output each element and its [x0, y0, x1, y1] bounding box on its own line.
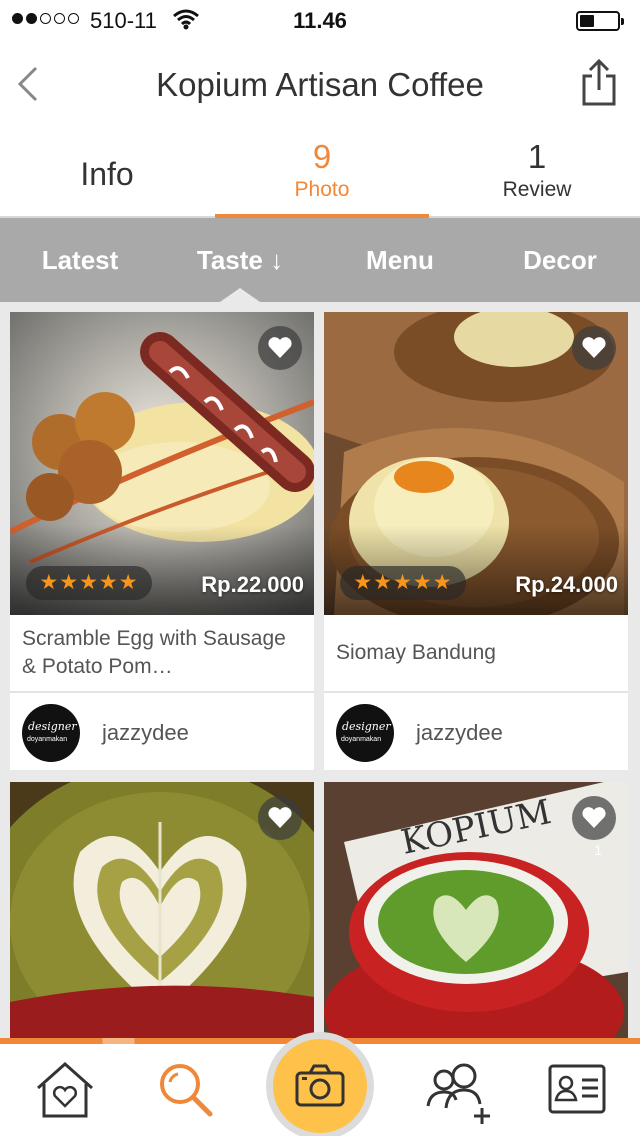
filter-decor[interactable]: Decor	[480, 218, 640, 302]
dish-name[interactable]: Scramble Egg with Sausage & Potato Pom…	[22, 615, 304, 691]
tab-info-label: Info	[80, 156, 134, 192]
favorite-heart-button[interactable]	[258, 326, 302, 370]
favorite-heart-button[interactable]	[572, 796, 616, 840]
status-bar: 510-11 11.46	[0, 0, 640, 40]
search-icon[interactable]	[150, 1054, 220, 1124]
share-icon[interactable]	[580, 58, 618, 108]
rating-stars: ★★★★★	[26, 566, 152, 600]
filter-taste[interactable]: Taste ↓	[160, 218, 320, 302]
avatar-logo-text: designer	[342, 720, 391, 733]
price-label: Rp.24.000	[515, 572, 618, 597]
profile-card-icon[interactable]	[544, 1054, 614, 1124]
tab-review-label: Review	[502, 178, 572, 201]
tab-photo-count: 9	[312, 138, 332, 175]
photo-card[interactable]: KOPIUM 1	[324, 782, 628, 1038]
food-photo[interactable]: KOPIUM 1	[324, 782, 628, 1038]
like-count: 1	[594, 842, 602, 858]
avatar[interactable]: designer doyanmakan	[22, 704, 80, 762]
page-title: Kopium Artisan Coffee	[156, 66, 484, 103]
favorite-heart-button[interactable]	[572, 326, 616, 370]
food-photo[interactable]	[10, 782, 314, 1038]
tab-photo-label: Photo	[294, 178, 350, 201]
price-label: Rp.22.000	[201, 572, 304, 597]
tab-review-count: 1	[527, 138, 547, 175]
divider	[324, 691, 628, 693]
food-photo[interactable]: ★★★★★ Rp.22.000	[10, 312, 314, 615]
filter-latest[interactable]: Latest	[0, 218, 160, 302]
avatar-logo-subtext: doyanmakan	[27, 736, 68, 743]
heart-icon	[268, 807, 292, 828]
photo-filter-bar: Latest Taste ↓ Menu Decor	[0, 218, 640, 302]
rating-stars: ★★★★★	[340, 566, 466, 600]
favorite-heart-button[interactable]	[258, 796, 302, 840]
navigation-bar: Kopium Artisan Coffee	[0, 40, 640, 128]
username[interactable]: jazzydee	[416, 720, 503, 746]
avatar[interactable]: designer doyanmakan	[336, 704, 394, 762]
home-heart-icon[interactable]	[30, 1054, 100, 1124]
tab-photo[interactable]: 9 Photo	[215, 128, 429, 220]
heart-icon	[582, 337, 606, 358]
photo-card[interactable]: ★★★★★ Rp.22.000 Scramble Egg with Sausag…	[10, 312, 314, 770]
tab-info[interactable]: Info	[0, 128, 214, 218]
dish-name-text: Siomay Bandung	[336, 641, 496, 664]
filter-menu[interactable]: Menu	[320, 218, 480, 302]
main-tabs: Info 9 Photo 1 Review	[0, 128, 640, 220]
heart-icon	[268, 337, 292, 358]
tab-review[interactable]: 1 Review	[430, 128, 640, 218]
divider	[10, 691, 314, 693]
avatar-logo-subtext: doyanmakan	[341, 736, 382, 743]
camera-icon	[295, 1064, 345, 1107]
add-friend-icon[interactable]	[424, 1054, 494, 1124]
food-photo[interactable]: ★★★★★ Rp.24.000	[324, 312, 628, 615]
battery-icon	[576, 11, 624, 31]
camera-button[interactable]	[266, 1032, 374, 1136]
dish-name[interactable]: Siomay Bandung	[336, 615, 618, 691]
bottom-tab-bar	[0, 1032, 640, 1136]
dish-name-text: Scramble Egg with Sausage & Potato Pom…	[22, 627, 286, 678]
photo-card[interactable]	[10, 782, 314, 1038]
status-time: 11.46	[293, 8, 347, 33]
photo-card[interactable]: ★★★★★ Rp.24.000 Siomay Bandung designer …	[324, 312, 628, 770]
username[interactable]: jazzydee	[102, 720, 189, 746]
heart-icon	[582, 807, 606, 828]
avatar-logo-text: designer	[28, 720, 77, 733]
